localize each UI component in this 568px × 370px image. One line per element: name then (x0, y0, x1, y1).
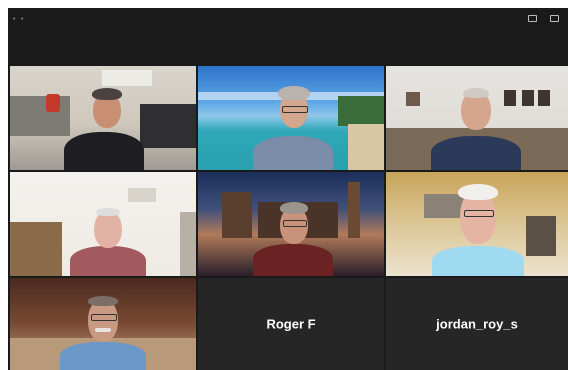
minimize-icon[interactable]: • (21, 16, 23, 23)
speaker-view-button[interactable] (528, 15, 540, 22)
close-icon[interactable]: • (13, 16, 15, 23)
fullscreen-icon (550, 15, 559, 22)
zoom-gallery-window: • • Roger F jordan_roy_s (8, 8, 568, 370)
video-tile-5-active-speaker[interactable] (198, 172, 384, 276)
video-tile-8-camera-off[interactable]: Roger F (198, 278, 384, 370)
video-tile-6[interactable] (386, 172, 568, 276)
participant-display-name: jordan_roy_s (436, 316, 518, 332)
video-tile-2[interactable] (198, 66, 384, 170)
video-tile-1[interactable] (10, 66, 196, 170)
video-tile-9-camera-off[interactable]: jordan_roy_s (386, 278, 568, 370)
video-tile-7[interactable] (10, 278, 196, 370)
top-bar: • • (8, 8, 568, 66)
speaker-view-icon (528, 15, 537, 22)
fullscreen-button[interactable] (550, 15, 562, 22)
participant-display-name: Roger F (266, 316, 316, 332)
view-controls (528, 15, 562, 22)
video-tile-4[interactable] (10, 172, 196, 276)
video-tile-3[interactable] (386, 66, 568, 170)
